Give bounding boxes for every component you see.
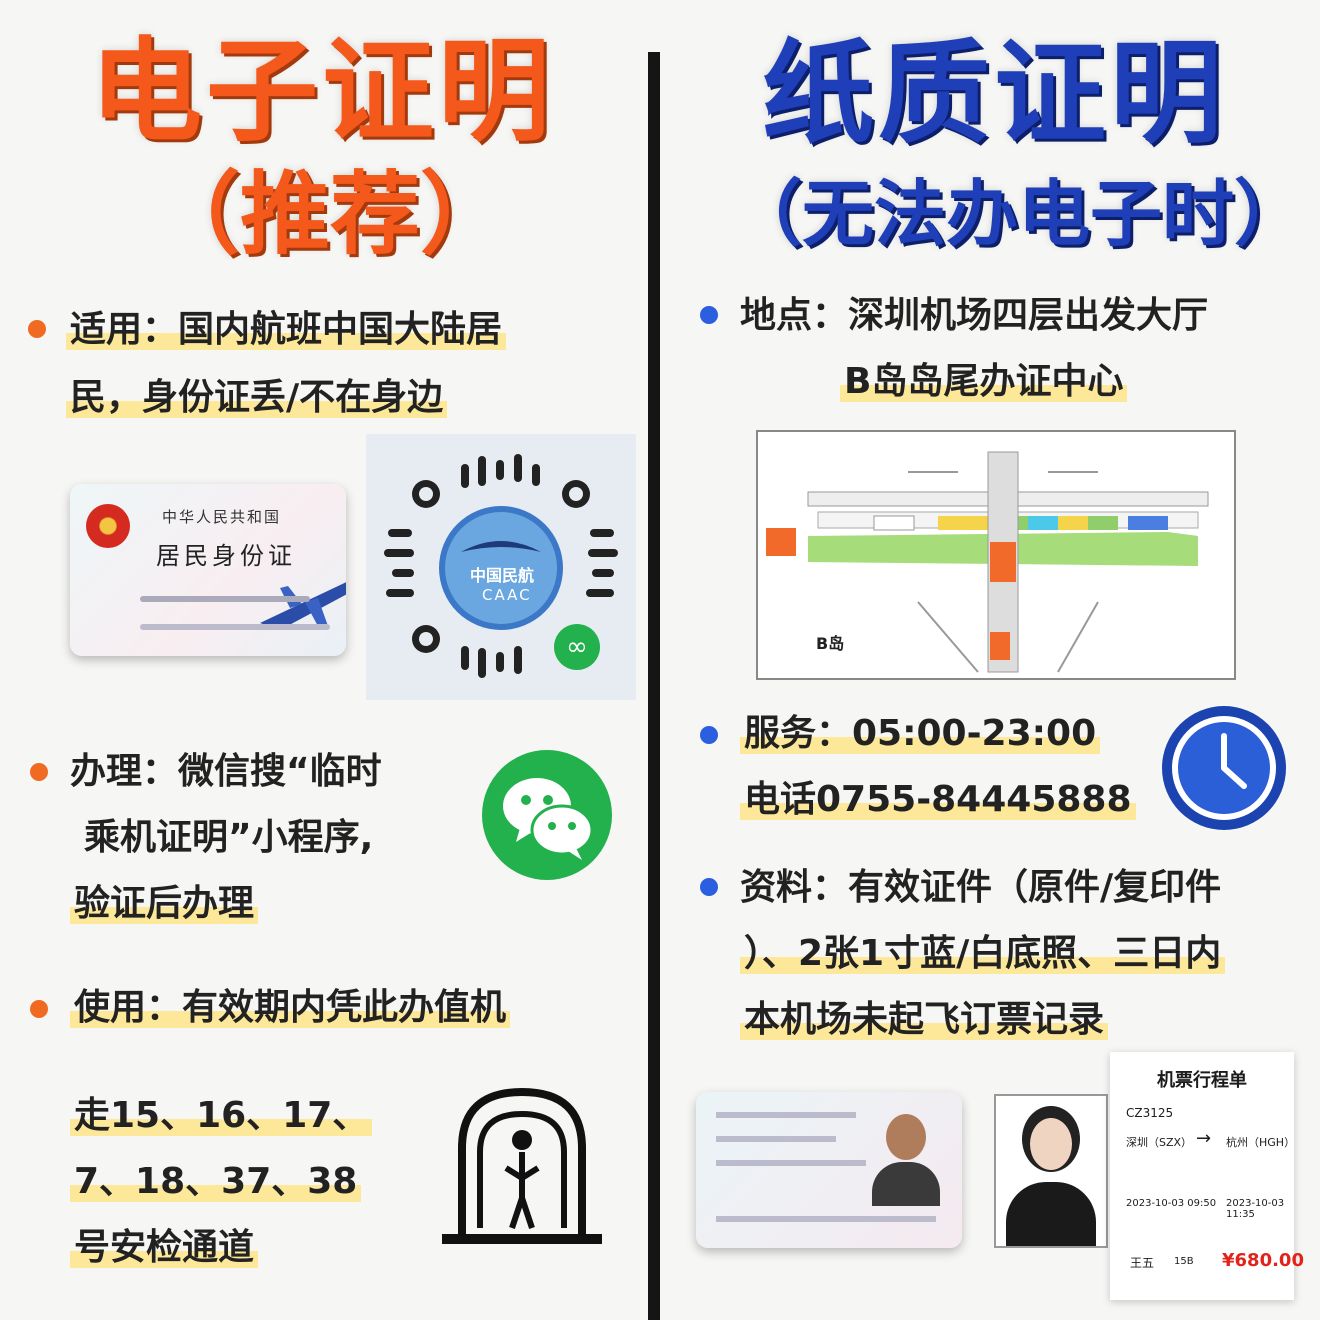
bullet-dot: [700, 726, 718, 744]
paper-proof-title: 纸质证明: [762, 29, 1226, 159]
electronic-proof-column: 电子证明 （推荐） 适用：国内航班中国大陆居 民，身份证丢/不在身边 中华人民共…: [0, 0, 650, 1320]
cannot-electronic-subtitle: （无法办电子时）: [730, 172, 1307, 256]
wechat-icon: [482, 750, 612, 880]
arrival-city: 杭州（HGH）: [1226, 1136, 1296, 1149]
caac-logo-sub: CAAC: [482, 586, 532, 604]
itinerary-title: 机票行程单: [1157, 1070, 1247, 1091]
caac-logo-text: 中国民航: [470, 566, 535, 585]
lanes-line-2: 7、18、37、38: [70, 1161, 362, 1202]
departure-time: 2023-10-03 09:50: [1126, 1198, 1217, 1209]
electronic-proof-title: 电子证明: [90, 27, 554, 157]
materials-line-1: 资料：有效证件（原件/复印件: [740, 867, 1222, 908]
materials-line-3: 本机场未起飞订票记录: [740, 999, 1109, 1040]
id-card-copy-image: [696, 1092, 962, 1248]
id-card-number-line: [140, 624, 330, 630]
location-line-1: 地点：深圳机场四层出发大厅: [740, 295, 1209, 336]
seat-number: 15B: [1174, 1256, 1194, 1267]
lanes-line-3: 号安检通道: [70, 1227, 259, 1268]
mini-program-qr-code[interactable]: 中国民航 CAAC ∞: [366, 434, 636, 700]
id-card-country: 中华人民共和国: [162, 508, 282, 526]
airport-floor-map: B岛: [756, 430, 1236, 680]
departure-city: 深圳（SZX）: [1126, 1136, 1193, 1149]
id-photo-man: [868, 1110, 944, 1206]
process-line-3: 验证后办理: [70, 883, 259, 924]
service-phone: 电话0755-84445888: [740, 779, 1136, 820]
national-emblem-icon: [86, 504, 130, 548]
usage-line-1: 使用：有效期内凭此办值机: [70, 987, 511, 1028]
column-divider: [648, 52, 660, 1320]
lanes-line-1: 走15、16、17、: [70, 1095, 373, 1136]
apply-line-1: 适用：国内航班中国大陆居: [66, 309, 507, 350]
map-b-island-label: B岛: [816, 634, 845, 653]
process-line-2: 乘机证明”小程序,: [84, 817, 374, 858]
id-card-text-line: [716, 1136, 836, 1142]
passenger-name: 王五: [1130, 1256, 1155, 1270]
arrow-right-icon: →: [1196, 1128, 1212, 1149]
paper-proof-column: 纸质证明 （无法办电子时） 地点：深圳机场四层出发大厅 B岛岛尾办证中心 B岛 …: [668, 0, 1320, 1320]
id-card-text-line: [716, 1112, 856, 1118]
security-gate-icon: [442, 1087, 602, 1244]
ticket-price: ¥680.00: [1222, 1250, 1304, 1271]
bullet-dot: [30, 763, 48, 781]
materials-line-2: ）、2张1寸蓝/白底照、三日内: [740, 933, 1226, 974]
id-card-name: 居民身份证: [156, 542, 296, 570]
clock-icon: [1162, 706, 1286, 830]
recommended-subtitle: （推荐）: [150, 162, 510, 267]
id-card-text-lines: [140, 596, 310, 602]
passport-photo: [994, 1094, 1108, 1248]
flight-itinerary: 机票行程单 CZ3125 深圳（SZX） → 杭州（HGH） 2023-10-0…: [1110, 1052, 1304, 1300]
bullet-dot: [28, 320, 46, 338]
apply-line-2: 民，身份证丢/不在身边: [66, 377, 448, 418]
bullet-dot: [700, 878, 718, 896]
process-line-1: 办理：微信搜“临时: [70, 751, 382, 792]
bullet-dot: [700, 306, 718, 324]
flight-number: CZ3125: [1126, 1106, 1174, 1120]
location-line-2: B岛岛尾办证中心: [840, 361, 1128, 402]
bullet-dot: [30, 1000, 48, 1018]
id-card-text-line: [716, 1160, 866, 1166]
mini-program-icon: ∞: [554, 624, 600, 670]
arrival-time: 2023-10-03 11:35: [1226, 1198, 1285, 1220]
id-card-text-line: [716, 1216, 936, 1222]
id-card-image: 中华人民共和国 居民身份证: [70, 484, 346, 656]
service-hours: 服务：05:00-23:00: [740, 713, 1101, 754]
